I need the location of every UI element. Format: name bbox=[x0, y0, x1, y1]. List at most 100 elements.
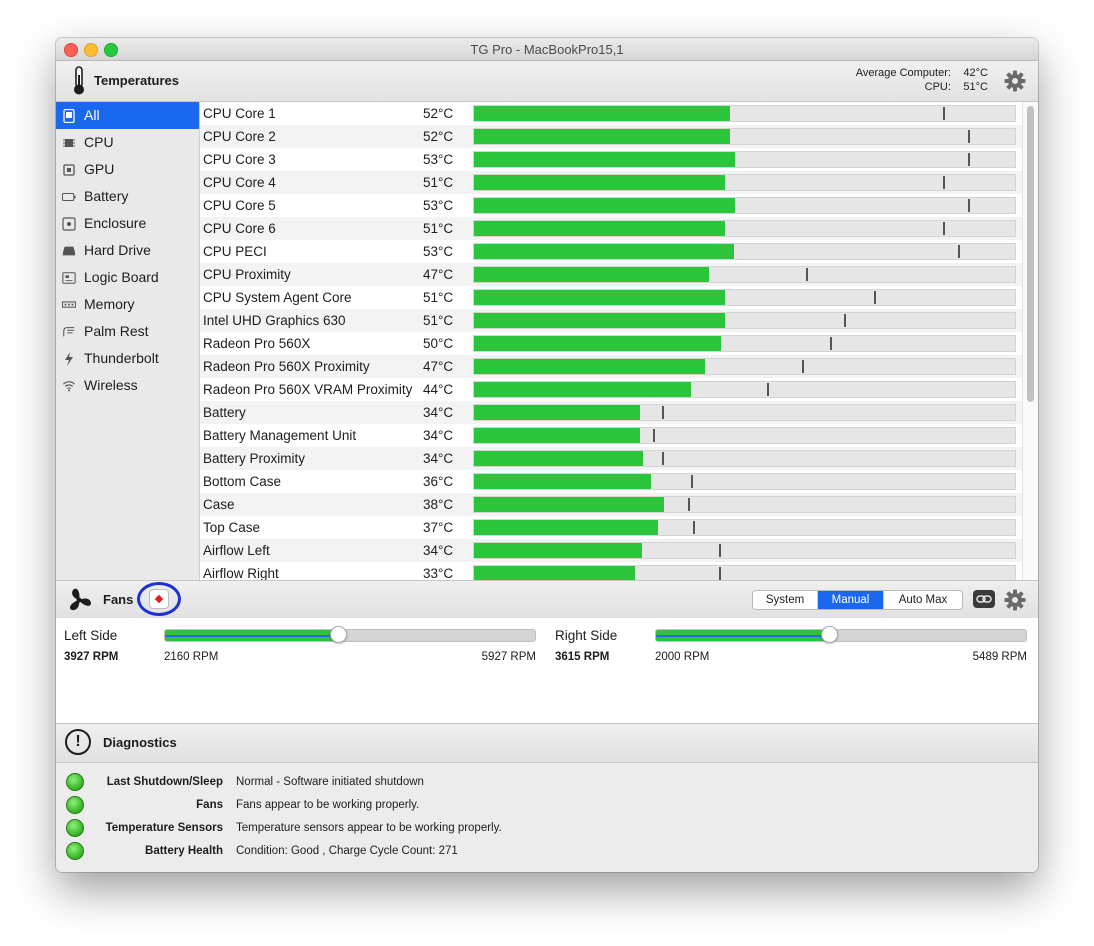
sidebar-item-label: Palm Rest bbox=[84, 323, 149, 339]
sensor-row[interactable]: CPU PECI 53°C bbox=[200, 240, 1038, 263]
sensor-temperature-fill bbox=[474, 129, 730, 144]
sensor-row[interactable]: Battery Management Unit 34°C bbox=[200, 424, 1038, 447]
sensor-list-scrollbar[interactable] bbox=[1022, 102, 1038, 580]
sensor-row[interactable]: Radeon Pro 560X Proximity 47°C bbox=[200, 355, 1038, 378]
left-fan-rpm: 3927 RPM bbox=[64, 651, 119, 663]
sensor-name: Top Case bbox=[203, 520, 261, 535]
sidebar-item-battery[interactable]: Battery bbox=[56, 183, 199, 210]
sensor-name: Radeon Pro 560X VRAM Proximity bbox=[203, 382, 413, 397]
sensor-temperature: 36°C bbox=[423, 474, 454, 489]
diagnostic-value: Normal - Software initiated shutdown bbox=[236, 776, 424, 788]
sidebar-item-wireless[interactable]: Wireless bbox=[56, 372, 199, 399]
sensor-name: Intel UHD Graphics 630 bbox=[203, 313, 346, 328]
sensor-row[interactable]: CPU Proximity 47°C bbox=[200, 263, 1038, 286]
sensor-max-marker bbox=[844, 314, 846, 327]
sensor-row[interactable]: CPU Core 4 51°C bbox=[200, 171, 1038, 194]
sensor-max-marker bbox=[968, 153, 970, 166]
sensor-row[interactable]: Intel UHD Graphics 630 51°C bbox=[200, 309, 1038, 332]
sensor-row[interactable]: CPU System Agent Core 51°C bbox=[200, 286, 1038, 309]
sensor-category-sidebar: All CPU GPU Battery Enclosure Hard Drive Logic… bbox=[56, 102, 200, 580]
sensor-temperature-bar bbox=[473, 496, 1016, 513]
right-fan-max-rpm: 5489 RPM bbox=[972, 651, 1027, 663]
sensor-temperature: 38°C bbox=[423, 497, 454, 512]
scrollbar-thumb[interactable] bbox=[1027, 106, 1034, 402]
sidebar-item-gpu[interactable]: GPU bbox=[56, 156, 199, 183]
app-window: TG Pro - MacBookPro15,1 Temperatures Ave… bbox=[56, 38, 1038, 872]
sidebar-item-all[interactable]: All bbox=[56, 102, 199, 129]
palm-rest-icon bbox=[62, 325, 76, 338]
fan-controls: Left Side 3927 RPM 2160 RPM 5927 RPM Rig… bbox=[56, 618, 1038, 724]
sensor-max-marker bbox=[662, 452, 664, 465]
sidebar-item-memory[interactable]: Memory bbox=[56, 291, 199, 318]
sidebar-item-label: Memory bbox=[84, 296, 135, 312]
sidebar-item-palm-rest[interactable]: Palm Rest bbox=[56, 318, 199, 345]
right-fan-slider-current bbox=[656, 635, 829, 637]
sensor-temperature-fill bbox=[474, 474, 651, 489]
sidebar-item-hard-drive[interactable]: Hard Drive bbox=[56, 237, 199, 264]
sensor-row[interactable]: Radeon Pro 560X 50°C bbox=[200, 332, 1038, 355]
left-fan-slider-current bbox=[165, 635, 338, 637]
fan-sync-link-button[interactable] bbox=[973, 590, 995, 608]
sensor-temperature-fill bbox=[474, 152, 735, 167]
fan-mode-system[interactable]: System bbox=[753, 591, 818, 609]
sensor-row[interactable]: CPU Core 3 53°C bbox=[200, 148, 1038, 171]
sensor-name: CPU Core 2 bbox=[203, 129, 276, 144]
window-title: TG Pro - MacBookPro15,1 bbox=[470, 42, 624, 57]
sidebar-item-enclosure[interactable]: Enclosure bbox=[56, 210, 199, 237]
sensor-max-marker bbox=[968, 130, 970, 143]
sensor-row[interactable]: Bottom Case 36°C bbox=[200, 470, 1038, 493]
sensor-row[interactable]: CPU Core 1 52°C bbox=[200, 102, 1038, 125]
sensor-max-marker bbox=[688, 498, 690, 511]
sensor-name: CPU Core 6 bbox=[203, 221, 276, 236]
battery-icon bbox=[62, 190, 76, 203]
sensor-row[interactable]: CPU Core 6 51°C bbox=[200, 217, 1038, 240]
left-fan-min-rpm: 2160 RPM bbox=[164, 651, 219, 663]
sidebar-item-cpu[interactable]: CPU bbox=[56, 129, 199, 156]
fan-mode-manual[interactable]: Manual bbox=[818, 591, 884, 609]
temperatures-header: Temperatures Average Computer: 42°C CPU:… bbox=[56, 61, 1038, 102]
sensor-row[interactable]: Battery Proximity 34°C bbox=[200, 447, 1038, 470]
sensor-max-marker bbox=[719, 567, 721, 580]
sensor-temperature-bar bbox=[473, 427, 1016, 444]
temperatures-settings-gear-icon[interactable] bbox=[1004, 70, 1026, 92]
sensor-max-marker bbox=[958, 245, 960, 258]
right-fan-slider-knob[interactable] bbox=[821, 626, 838, 643]
hard-drive-icon bbox=[62, 244, 76, 257]
sensor-temperature: 51°C bbox=[423, 175, 454, 190]
right-fan-slider[interactable] bbox=[655, 626, 1027, 643]
sensor-row[interactable]: Top Case 37°C bbox=[200, 516, 1038, 539]
sensor-max-marker bbox=[662, 406, 664, 419]
sensor-temperature-fill bbox=[474, 244, 734, 259]
sensor-temperature-bar bbox=[473, 473, 1016, 490]
sensor-row[interactable]: CPU Core 5 53°C bbox=[200, 194, 1038, 217]
sensor-temperature-fill bbox=[474, 566, 635, 580]
sidebar-item-logic-board[interactable]: Logic Board bbox=[56, 264, 199, 291]
gpu-chip-icon bbox=[62, 163, 76, 176]
sensor-temperature-bar bbox=[473, 151, 1016, 168]
sensor-row[interactable]: Airflow Right 33°C bbox=[200, 562, 1038, 580]
sidebar-item-thunderbolt[interactable]: Thunderbolt bbox=[56, 345, 199, 372]
fans-settings-gear-icon[interactable] bbox=[1004, 589, 1026, 611]
diagnostic-label: Fans bbox=[196, 799, 223, 811]
sensor-row[interactable]: Radeon Pro 560X VRAM Proximity 44°C bbox=[200, 378, 1038, 401]
thermometer-icon bbox=[74, 66, 84, 95]
sidebar-item-label: GPU bbox=[84, 161, 115, 177]
left-fan-slider-knob[interactable] bbox=[330, 626, 347, 643]
diagnostic-value: Condition: Good , Charge Cycle Count: 27… bbox=[236, 845, 458, 857]
diagnostics-list: Last Shutdown/Sleep Normal - Software ini… bbox=[56, 763, 1038, 872]
sensor-temperature-bar bbox=[473, 519, 1016, 536]
sensor-temperature-fill bbox=[474, 221, 725, 236]
sensor-name: CPU Proximity bbox=[203, 267, 291, 282]
diagnostic-label: Battery Health bbox=[145, 845, 223, 857]
sensor-temperature: 52°C bbox=[423, 129, 454, 144]
left-fan-slider[interactable] bbox=[164, 626, 536, 643]
sensor-row[interactable]: Battery 34°C bbox=[200, 401, 1038, 424]
sidebar-item-label: Logic Board bbox=[84, 269, 159, 285]
sensor-row[interactable]: Airflow Left 34°C bbox=[200, 539, 1038, 562]
sensor-row[interactable]: Case 38°C bbox=[200, 493, 1038, 516]
sensor-temperature-bar bbox=[473, 565, 1016, 580]
left-fan-label: Left Side bbox=[64, 628, 118, 643]
sensor-row[interactable]: CPU Core 2 52°C bbox=[200, 125, 1038, 148]
fan-mode-auto-max[interactable]: Auto Max bbox=[884, 591, 962, 609]
sensor-name: CPU Core 3 bbox=[203, 152, 276, 167]
